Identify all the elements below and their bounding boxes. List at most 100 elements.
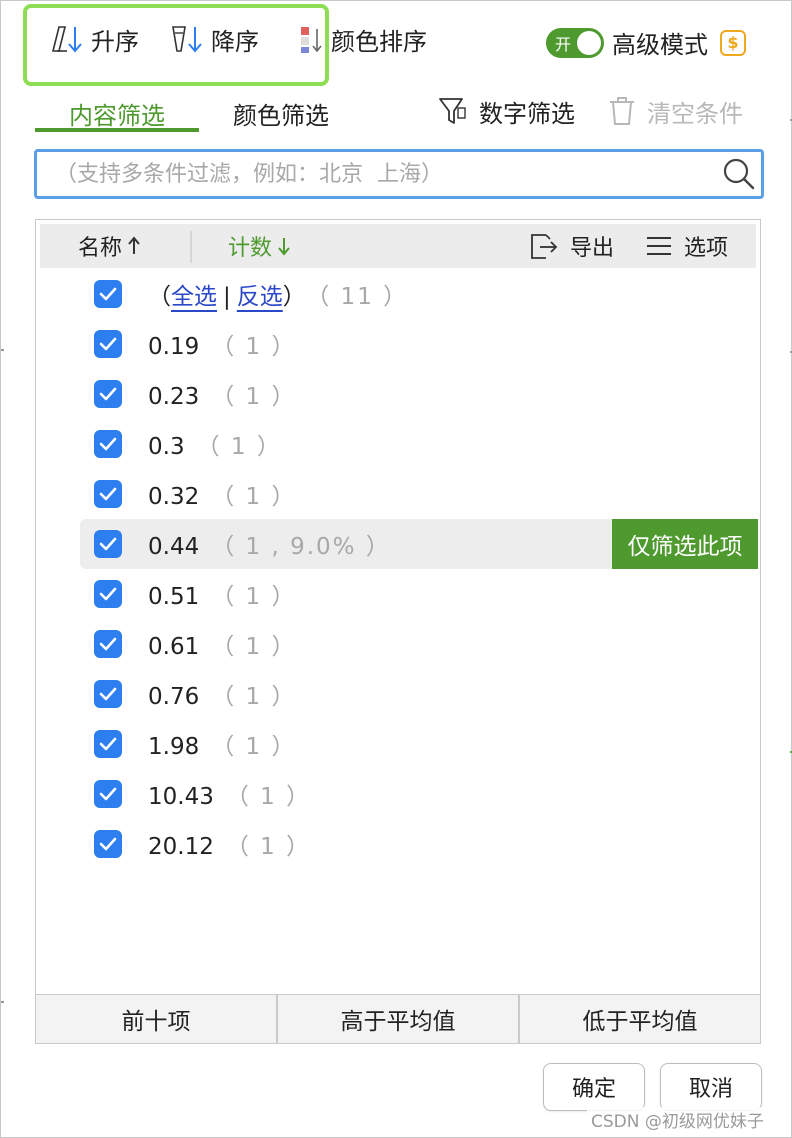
item-checkbox[interactable] [94,680,122,708]
list-item[interactable]: 0.61 （ 1 ） [36,619,760,669]
list-item[interactable]: 0.76 （ 1 ） [36,669,760,719]
checkmark-icon [99,437,117,451]
above-average-button[interactable]: 高于平均值 [278,995,520,1043]
total-count: （ 11 ） [317,284,409,310]
name-header-label: 名称 [78,236,123,261]
checkmark-icon [99,737,117,751]
list-item[interactable]: 0.32 （ 1 ） [36,469,760,519]
sort-by-count-header[interactable]: 计数 [228,224,292,268]
item-checkbox[interactable] [94,530,122,558]
item-text: 0.44 （ 1 , 9.0% ） [148,527,391,561]
item-count: （ 1 ） [211,684,297,710]
list-item[interactable]: 10.43 （ 1 ） [36,769,760,819]
filter-only-this-button[interactable]: 仅筛选此项 [612,519,758,569]
ok-button[interactable]: 确定 [543,1063,645,1111]
values-list: （全选 | 反选） （ 11 ） 0.19 （ 1 ） 0.23 （ 1 ） 0.3 （ 1 ）… [36,269,760,869]
tab-content-filter-label: 内容筛选 [69,101,165,130]
color-sort-icon [301,27,322,53]
above-average-label: 高于平均值 [340,1009,456,1035]
item-checkbox[interactable] [94,430,122,458]
toggle-knob [577,30,601,55]
sort-by-name-header[interactable]: 名称 [78,224,142,268]
clear-conditions-button[interactable]: 清空条件 [607,91,743,131]
checkmark-icon [99,337,117,351]
checkmark-icon [99,787,117,801]
item-value: 1.98 [148,734,200,760]
checkmark-icon [99,587,117,601]
arrow-down-icon [278,238,290,256]
search-icon[interactable] [717,157,761,191]
list-item[interactable]: 0.23 （ 1 ） [36,369,760,419]
advanced-mode-toggle[interactable]: 开 [546,27,604,58]
cancel-label: 取消 [688,1077,733,1102]
invert-selection-link[interactable]: 反选 [237,284,283,310]
filter-dialog: 升序 降序 颜色排序 开 高级模式 $ 内容筛选 颜色筛选 数字筛选 清空条件 … [0,0,792,1138]
item-text: 0.23 （ 1 ） [148,377,296,411]
item-checkbox[interactable] [94,780,122,808]
close-paren: ） [282,284,306,310]
top-ten-button[interactable]: 前十项 [36,995,278,1043]
below-average-button[interactable]: 低于平均值 [520,995,760,1043]
checkmark-icon [99,487,117,501]
menu-icon [647,237,671,255]
search-box [34,149,764,199]
number-filter-label: 数字筛选 [479,99,575,128]
item-checkbox[interactable] [94,580,122,608]
list-item[interactable]: 0.44 （ 1 , 9.0% ） 仅筛选此项 [80,519,758,569]
tab-content-filter[interactable]: 内容筛选 [35,93,199,133]
list-item[interactable]: 1.98 （ 1 ） [36,719,760,769]
item-checkbox[interactable] [94,830,122,858]
sort-descending-label: 降序 [211,27,259,56]
list-item[interactable]: 20.12 （ 1 ） [36,819,760,869]
cancel-button[interactable]: 取消 [660,1063,762,1111]
below-average-label: 低于平均值 [582,1009,698,1035]
checkmark-icon [99,637,117,651]
color-sort-button[interactable]: 颜色排序 [297,21,427,57]
item-text: 0.19 （ 1 ） [148,327,296,361]
item-checkbox[interactable] [94,330,122,358]
arrow-up-icon [128,236,140,254]
item-checkbox[interactable] [94,480,122,508]
list-item[interactable]: 0.19 （ 1 ） [36,319,760,369]
item-value: 0.61 [148,634,200,660]
clear-conditions-label: 清空条件 [647,99,743,128]
sort-ascending-icon [51,26,82,53]
header-divider [190,231,192,263]
item-count: （ 1 ） [211,484,297,510]
values-list-panel: 名称 计数 导出 选项 （全选 | 反选） （ 11 ） 0.19 （ 1 ） … [35,219,761,1043]
item-text: 0.51 （ 1 ） [148,577,296,611]
item-count: （ 1 ） [211,634,297,660]
item-value: 0.51 [148,584,200,610]
search-input[interactable] [37,152,717,196]
export-label: 导出 [570,236,615,261]
export-icon [531,234,558,259]
list-item[interactable]: 0.3 （ 1 ） [36,419,760,469]
item-count: （ 1 ） [211,734,297,760]
trash-icon [610,97,634,125]
active-tab-underline [35,128,199,132]
select-all-checkbox[interactable] [94,280,122,308]
item-checkbox[interactable] [94,730,122,758]
premium-coin-icon[interactable]: $ [720,29,746,56]
tab-color-filter[interactable]: 颜色筛选 [213,93,349,133]
color-sort-label: 颜色排序 [331,27,427,56]
item-checkbox[interactable] [94,380,122,408]
number-filter-button[interactable]: 数字筛选 [437,91,575,131]
options-menu-button[interactable]: 选项 [644,224,728,268]
select-all-row: （全选 | 反选） （ 11 ） [36,269,760,319]
left-edge-mark [1,1001,4,1003]
select-all-link[interactable]: 全选 [171,284,217,310]
list-item[interactable]: 0.51 （ 1 ） [36,569,760,619]
item-text: 20.12 （ 1 ） [148,827,311,861]
sort-ascending-button[interactable]: 升序 [49,21,139,57]
item-rows: 0.19 （ 1 ） 0.23 （ 1 ） 0.3 （ 1 ） 0.32 （ 1 ） 0.44 （… [36,319,760,869]
item-value: 0.44 [148,534,200,560]
item-count: （ 1 ） [211,384,297,410]
item-value: 0.23 [148,384,200,410]
item-checkbox[interactable] [94,630,122,658]
sort-descending-button[interactable]: 降序 [169,21,259,57]
item-count: （ 1 ） [211,334,297,360]
ok-label: 确定 [571,1077,616,1102]
left-edge-mark [1,349,4,351]
export-button[interactable]: 导出 [528,224,614,268]
